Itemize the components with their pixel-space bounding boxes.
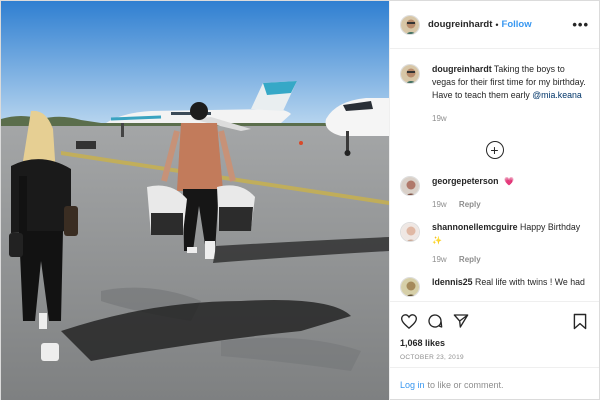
avatar[interactable] [400, 277, 420, 297]
reply-button[interactable]: Reply [459, 255, 481, 264]
comment-meta: 19w Reply [432, 253, 580, 266]
photo-image [1, 1, 389, 400]
comment-body: ldennis25 Real life with twins ! We had [432, 276, 585, 289]
comment-meta: 19w Reply [432, 198, 514, 211]
avatar[interactable] [400, 64, 420, 84]
post-actions: 1,068 likes OCTOBER 23, 2019 [390, 301, 599, 367]
login-text: to like or comment. [427, 379, 504, 390]
caption-mention[interactable]: @mia.keana [532, 90, 582, 100]
login-link[interactable]: Log in [400, 380, 425, 390]
comment-text: Real life with twins ! We had [475, 277, 585, 287]
heart-icon: 💗 [503, 177, 514, 186]
avatar-image [401, 278, 419, 296]
load-more: + [400, 141, 589, 159]
comment-username[interactable]: shannonellemcguire [432, 222, 518, 232]
comment-body: georgepeterson 💗 19w Reply [432, 175, 514, 211]
login-prompt: Log in to like or comment. [390, 367, 599, 400]
caption: dougreinhardt Taking the boys to vegas f… [400, 63, 589, 125]
comment-row: ldennis25 Real life with twins ! We had [400, 276, 589, 297]
caption-body: dougreinhardt Taking the boys to vegas f… [432, 63, 589, 125]
post-date[interactable]: OCTOBER 23, 2019 [400, 354, 589, 361]
avatar-image [401, 223, 419, 241]
sparkle-icon: ✨ [432, 236, 442, 245]
header-username[interactable]: dougreinhardt [428, 19, 492, 30]
bookmark-icon[interactable] [571, 312, 589, 330]
avatar[interactable] [400, 222, 420, 242]
comment-username[interactable]: ldennis25 [432, 277, 473, 287]
caption-username[interactable]: dougreinhardt [432, 64, 492, 74]
comment-time[interactable]: 19w [432, 255, 447, 264]
avatar-image [401, 15, 419, 34]
likes-count[interactable]: 1,068 likes [400, 338, 589, 348]
share-icon[interactable] [452, 312, 470, 330]
reply-button[interactable]: Reply [459, 200, 481, 209]
heart-icon[interactable] [400, 312, 418, 330]
instagram-post: dougreinhardt • Follow ••• dougreinhardt… [0, 0, 600, 400]
comment-username[interactable]: georgepeterson [432, 176, 498, 186]
comment-row: shannonellemcguire Happy Birthday ✨ 19w … [400, 221, 589, 266]
comment-row: georgepeterson 💗 19w Reply [400, 175, 589, 211]
comments-list[interactable]: dougreinhardt Taking the boys to vegas f… [390, 49, 599, 301]
avatar-image [401, 65, 419, 83]
post-side-panel: dougreinhardt • Follow ••• dougreinhardt… [389, 1, 599, 400]
add-icon[interactable]: + [485, 141, 504, 159]
header-separator: • [495, 19, 499, 30]
post-header: dougreinhardt • Follow ••• [390, 1, 599, 49]
comment-text: Happy Birthday [520, 222, 581, 232]
comment-icon[interactable] [426, 312, 444, 330]
post-photo[interactable] [1, 1, 389, 400]
avatar[interactable] [400, 14, 420, 35]
caption-meta: 19w [432, 112, 589, 125]
more-options-icon[interactable]: ••• [572, 17, 589, 32]
avatar-image [401, 177, 419, 195]
caption-time[interactable]: 19w [432, 114, 447, 123]
follow-button[interactable]: Follow [502, 19, 532, 30]
action-icons [400, 310, 589, 332]
comment-body: shannonellemcguire Happy Birthday ✨ 19w … [432, 221, 580, 266]
comment-time[interactable]: 19w [432, 200, 447, 209]
avatar[interactable] [400, 176, 420, 196]
